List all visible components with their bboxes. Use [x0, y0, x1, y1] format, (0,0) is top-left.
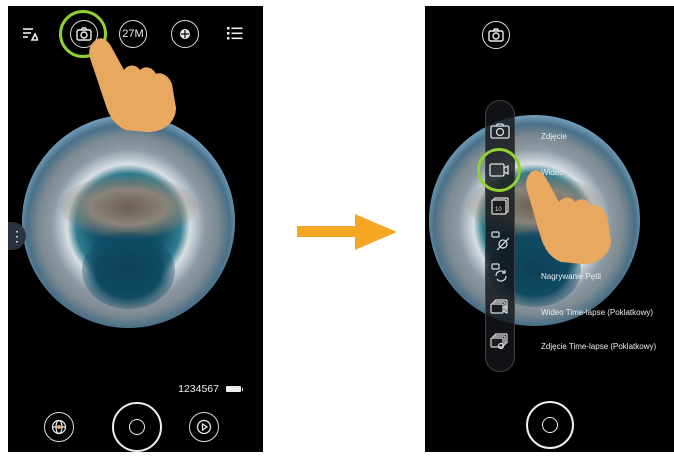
play-icon	[196, 419, 212, 435]
photo-icon[interactable]	[489, 122, 511, 142]
loop-recording-icon[interactable]	[489, 262, 511, 282]
mode-label-photo-timelapse[interactable]: Zdjęcie Time-lapse (Poklatkowy)	[541, 342, 656, 351]
camera-mode-button[interactable]	[482, 21, 510, 49]
list-menu-icon[interactable]	[227, 26, 243, 45]
shutter-button-icon	[542, 417, 558, 433]
video-timelapse-icon[interactable]	[489, 298, 511, 318]
battery-icon	[226, 386, 243, 392]
time-lapse-satellite-icon[interactable]	[489, 230, 511, 251]
mode-label-video-timelapse[interactable]: Wideo Time-lapse (Poklatkowy)	[541, 308, 653, 317]
transition-arrow	[297, 214, 397, 250]
playback-button[interactable]	[189, 412, 219, 442]
gallery-button[interactable]	[44, 412, 74, 442]
burst-10-icon[interactable]: 10	[489, 196, 511, 216]
shutter-button[interactable]	[112, 402, 162, 452]
camera-icon	[488, 28, 504, 42]
video-icon[interactable]	[488, 160, 510, 180]
mode-label-loop[interactable]: Nagrywanie Pętli	[541, 272, 601, 281]
right-phone-screen: Zdjęcie Wideo 10 Se Nagrywanie Pętli Wid…	[425, 6, 674, 452]
mode-label-photo[interactable]: Zdjęcie	[541, 132, 567, 141]
pointing-hand-illustration	[526, 170, 611, 264]
photo-timelapse-icon[interactable]	[489, 332, 511, 352]
shot-counter: 1234567	[178, 383, 219, 395]
left-phone-screen: 27M ⋮ 1234567	[8, 6, 263, 452]
shutter-button-icon	[129, 419, 145, 435]
filter-icon[interactable]	[22, 26, 40, 47]
spherical-preview	[22, 115, 235, 328]
svg-text:10: 10	[495, 207, 502, 213]
globe-gallery-icon	[51, 419, 67, 435]
shutter-button[interactable]	[526, 401, 574, 449]
pointing-hand-illustration	[89, 38, 176, 132]
